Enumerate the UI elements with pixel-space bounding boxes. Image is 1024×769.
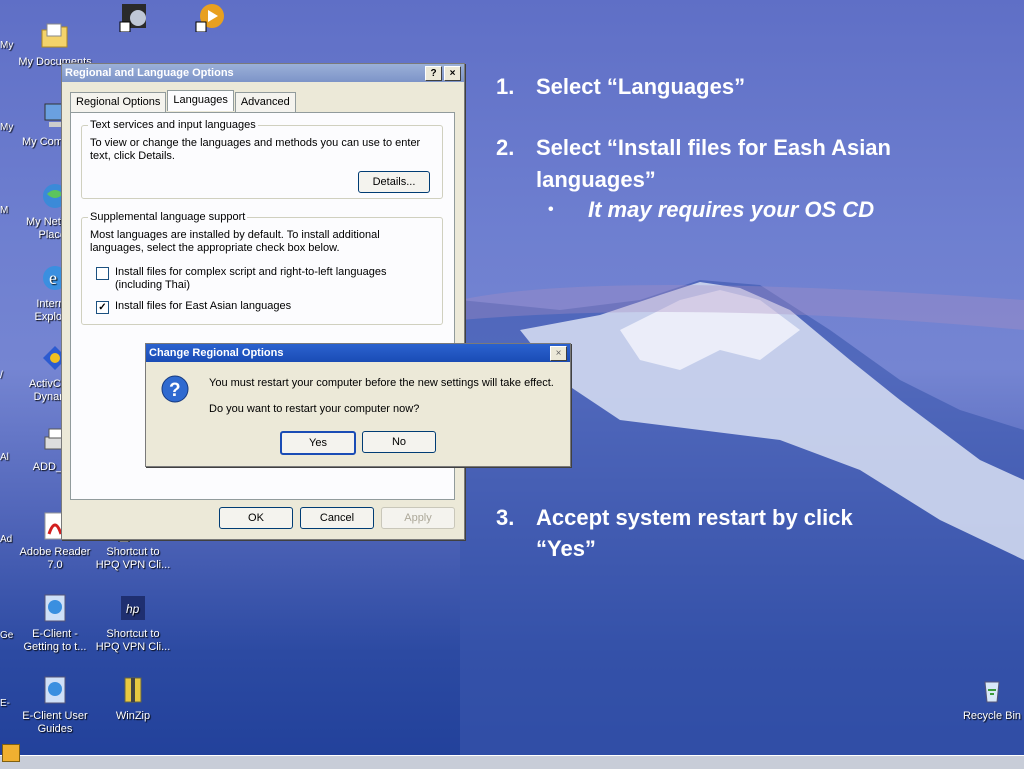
change-regional-options-dialog: Change Regional Options × ? You must res…	[145, 343, 571, 467]
tab-regional-options[interactable]: Regional Options	[70, 92, 167, 113]
tab-advanced[interactable]: Advanced	[234, 92, 296, 113]
text-services-group: Text services and input languages To vie…	[81, 119, 443, 199]
desktop-icon-vpn-shortcut-2[interactable]: hp Shortcut to HPQ VPN Cli...	[93, 592, 173, 654]
no-button[interactable]: No	[362, 431, 436, 453]
text-services-legend: Text services and input languages	[90, 119, 256, 131]
cancel-button[interactable]: Cancel	[300, 507, 374, 529]
dialog-titlebar[interactable]: Regional and Language Options ? ×	[62, 64, 464, 82]
edge-label: M	[0, 205, 9, 216]
desktop-icon-my-documents[interactable]: My Documents	[15, 20, 95, 69]
details-button[interactable]: Details...	[358, 171, 430, 193]
eclient-icon	[39, 592, 71, 624]
step-2-text-line2: languages”	[536, 167, 656, 192]
icon-label: WinZip	[115, 710, 151, 722]
icon-label: Shortcut to HPQ VPN Cli...	[95, 546, 171, 571]
desktop-icon-winzip[interactable]: WinZip	[93, 674, 173, 723]
svg-text:e: e	[49, 268, 57, 288]
complex-script-checkbox[interactable]	[96, 267, 109, 280]
edge-label: E-	[0, 698, 10, 709]
east-asian-label[interactable]: Install files for East Asian languages	[115, 300, 415, 312]
east-asian-checkbox[interactable]: ✓	[96, 301, 109, 314]
close-button[interactable]: ×	[444, 65, 461, 81]
step-2-bullet-text: It may requires your OS CD	[588, 197, 875, 222]
supplemental-legend: Supplemental language support	[90, 211, 246, 223]
step-3-text-line2: “Yes”	[536, 536, 596, 561]
edge-label: My	[0, 122, 14, 133]
step-3-text-line1: Accept system restart by click	[536, 505, 853, 530]
icon-label: Recycle Bin	[962, 710, 1022, 722]
step-1-text: Select “Languages”	[536, 74, 746, 99]
supplemental-language-group: Supplemental language support Most langu…	[81, 211, 443, 325]
edge-label: Al	[0, 452, 9, 463]
winzip-icon	[117, 674, 149, 706]
edge-label: Ad	[0, 534, 13, 545]
desktop-icon-windows-media[interactable]	[170, 0, 250, 36]
yes-button[interactable]: Yes	[280, 431, 356, 455]
edge-label: Ge	[0, 630, 14, 641]
desktop-icon-intervideo[interactable]	[94, 0, 174, 36]
help-button[interactable]: ?	[425, 65, 442, 81]
desktop-icon-recycle-bin[interactable]: Recycle Bin	[952, 674, 1024, 723]
step-2-number: 2.	[496, 135, 515, 160]
supplemental-description: Most languages are installed by default.…	[90, 229, 380, 254]
tab-languages[interactable]: Languages	[167, 90, 234, 111]
svg-text:?: ?	[169, 380, 181, 401]
ok-button[interactable]: OK	[219, 507, 293, 529]
text-services-description: To view or change the languages and meth…	[90, 137, 421, 162]
regional-language-dialog: Regional and Language Options ? × Region…	[61, 63, 465, 540]
step-2-text-line1: Select “Install files for Eash Asian	[536, 135, 891, 160]
taskbar	[0, 744, 1024, 769]
icon-label: Adobe Reader 7.0	[19, 546, 91, 571]
apply-button[interactable]: Apply	[381, 507, 455, 529]
edge-label: My	[0, 40, 14, 51]
desktop-icon-eclient-guides[interactable]: E-Client User Guides	[15, 674, 95, 736]
icon-label: E-Client - Getting to t...	[23, 628, 87, 653]
start-icon[interactable]	[2, 744, 20, 762]
media-player-icon	[194, 0, 226, 33]
complex-script-label[interactable]: Install files for complex script and rig…	[115, 266, 433, 292]
msgbox-close-button[interactable]: ×	[550, 345, 567, 361]
question-icon: ?	[160, 374, 190, 404]
hp-icon: hp	[117, 592, 149, 624]
step-1-number: 1.	[496, 74, 515, 99]
svg-text:hp: hp	[126, 602, 140, 616]
eclient-guides-icon	[39, 674, 71, 706]
step-3-number: 3.	[496, 505, 515, 530]
msgbox-message: You must restart your computer before th…	[209, 377, 554, 389]
msgbox-title: Change Regional Options	[149, 347, 284, 359]
folder-icon	[39, 20, 71, 52]
step-2-bullet-mark: •	[548, 201, 554, 218]
desktop-icon-eclient-getting[interactable]: E-Client - Getting to t...	[15, 592, 95, 654]
msgbox-titlebar[interactable]: Change Regional Options ×	[146, 344, 570, 362]
edge-label: /	[0, 370, 3, 381]
msgbox-question: Do you want to restart your computer now…	[209, 403, 420, 415]
dialog-title: Regional and Language Options	[65, 67, 234, 79]
tab-strip: Regional Options Languages Advanced	[70, 90, 297, 113]
video-icon	[118, 0, 150, 33]
icon-label: E-Client User Guides	[22, 710, 88, 735]
icon-label: Shortcut to HPQ VPN Cli...	[95, 628, 171, 653]
recycle-bin-icon	[976, 674, 1008, 706]
